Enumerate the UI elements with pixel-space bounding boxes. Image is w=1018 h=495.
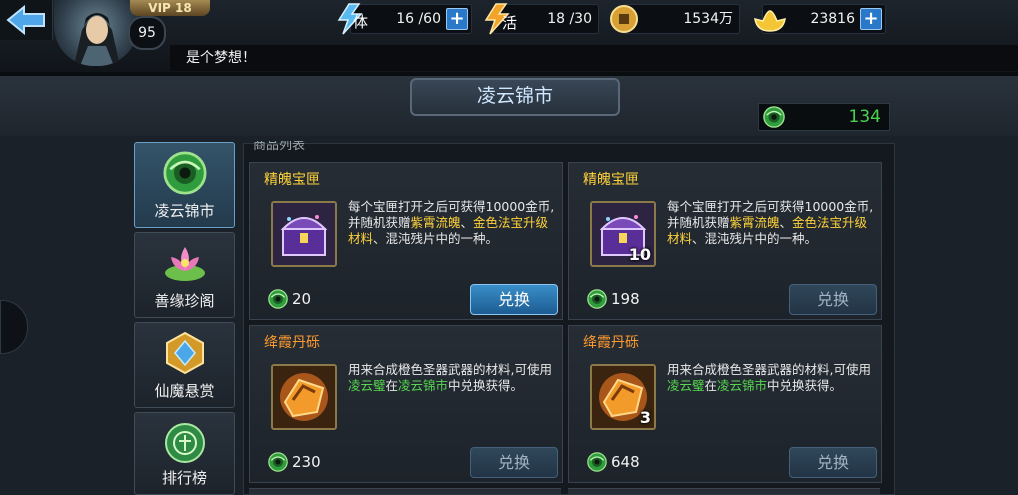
description-fragment: 在 <box>385 378 399 393</box>
vitality-label: 活 <box>502 14 518 32</box>
item-quantity: 10 <box>628 245 651 264</box>
stamina-label: 体 <box>353 13 369 31</box>
item-name: 绛霞丹砾 <box>264 335 320 351</box>
item-name: 精魄宝匣 <box>583 172 639 188</box>
item-description: 每个宝匣打开之后可获得10000金币,并随机获赠紫霄流魄、金色法宝升级材料、混沌… <box>667 199 877 247</box>
nav-tab-xianmo-bounty[interactable]: 仙魔悬赏 <box>134 322 235 408</box>
jade-coin-icon <box>268 289 288 309</box>
message-bar <box>170 45 1018 71</box>
item-cost: 648 <box>611 453 640 471</box>
stamina-resource: 体 16 /60 + <box>337 3 472 35</box>
item-thumbnail[interactable]: 3 <box>590 364 656 430</box>
player-level: 95 <box>128 16 166 50</box>
copper-coin-resource: 1534万 <box>610 4 740 34</box>
copper-coin-icon <box>610 5 638 33</box>
character-portrait-icon <box>74 13 120 66</box>
copper-coin-value: 1534万 <box>683 11 733 27</box>
page-title: 凌云锦市 <box>476 85 553 107</box>
item-description: 每个宝匣打开之后可获得10000金币,并随机获赠紫霄流魄、金色法宝升级材料、混沌… <box>348 199 558 247</box>
vitality-value: 18 /30 <box>547 11 592 27</box>
item-cost: 230 <box>292 453 321 471</box>
description-fragment: 、 <box>460 215 474 230</box>
item-description: 用来合成橙色圣器武器的材料,可使用凌云璧在凌云锦市中兑换获得。 <box>348 362 558 394</box>
item-list-title: 商品列表 <box>253 141 306 153</box>
nav-tab-lingyun-market[interactable]: 凌云锦市 <box>134 142 235 228</box>
item-thumbnail[interactable] <box>271 364 337 430</box>
scrolling-message: 是个梦想！ <box>186 50 256 66</box>
description-fragment: 用来合成橙色圣器武器的材料,可使用 <box>667 362 871 377</box>
vip-badge: VIP 18 <box>130 0 210 16</box>
item-quantity: 3 <box>639 408 651 427</box>
item-card: 绛霞丹砾 用来合成橙色圣器武器的材料,可使用凌云璧在凌云锦市中兑换获得。 230… <box>249 325 563 483</box>
description-fragment: 凌云璧 <box>348 378 386 393</box>
exchange-button[interactable]: 兑换 <box>789 447 877 478</box>
stamina-value: 16 /60 <box>396 11 441 27</box>
description-fragment: 用来合成橙色圣器武器的材料,可使用 <box>348 362 552 377</box>
jade-currency-display: 134 <box>758 103 890 131</box>
item-card-partial <box>568 488 880 494</box>
item-list-header: 商品列表 <box>243 141 893 153</box>
item-thumbnail[interactable] <box>271 201 337 267</box>
ranking-medal-icon <box>165 423 205 463</box>
item-card-partial <box>249 488 561 494</box>
gold-resource: 23816 + <box>754 4 886 34</box>
jade-currency-value: 134 <box>848 107 881 127</box>
description-fragment: 、混沌残片中的一种。 <box>692 231 818 246</box>
exchange-button[interactable]: 兑换 <box>470 447 558 478</box>
add-stamina-button[interactable]: + <box>446 8 468 30</box>
description-fragment: 凌云锦市 <box>717 378 768 393</box>
add-gold-button[interactable]: + <box>860 8 882 30</box>
item-card: 绛霞丹砾 3 用来合成橙色圣器武器的材料,可使用凌云璧在凌云锦市中兑换获得。 6… <box>568 325 882 483</box>
treasure-chest-icon <box>273 203 335 265</box>
description-fragment: 中兑换获得。 <box>448 378 524 393</box>
item-description: 用来合成橙色圣器武器的材料,可使用凌云璧在凌云锦市中兑换获得。 <box>667 362 877 394</box>
nav-tab-label: 凌云锦市 <box>154 202 215 220</box>
description-fragment: 在 <box>704 378 718 393</box>
item-cost: 20 <box>292 290 312 308</box>
exchange-button[interactable]: 兑换 <box>789 284 877 315</box>
item-thumbnail[interactable]: 10 <box>590 201 656 267</box>
nav-tab-label: 仙魔悬赏 <box>154 382 215 400</box>
item-cost: 198 <box>611 290 640 308</box>
nav-tab-label: 善缘珍阁 <box>154 292 215 310</box>
item-card: 精魄宝匣 每个宝匣打开之后可获得10000金币,并随机获赠紫霄流魄、金色法宝升级… <box>249 162 563 320</box>
jade-coin-icon <box>268 452 288 472</box>
description-fragment: 紫霄流魄 <box>410 215 461 230</box>
description-fragment: 中兑换获得。 <box>767 378 843 393</box>
exchange-button[interactable]: 兑换 <box>470 284 558 315</box>
nav-tab-leaderboard[interactable]: 排行榜 <box>134 412 235 495</box>
gem-shield-icon <box>166 331 204 375</box>
item-name: 绛霞丹砾 <box>583 335 639 351</box>
description-fragment: 、 <box>779 215 793 230</box>
nav-tab-label: 排行榜 <box>161 469 207 487</box>
side-drawer-handle[interactable] <box>0 300 28 354</box>
description-fragment: 凌云锦市 <box>398 378 449 393</box>
jade-coin-icon <box>587 289 607 309</box>
description-fragment: 凌云璧 <box>667 378 705 393</box>
back-button[interactable] <box>0 0 53 40</box>
item-name: 精魄宝匣 <box>264 172 320 188</box>
orange-ore-icon <box>273 366 335 428</box>
jade-coin-icon <box>163 151 207 195</box>
vitality-resource: 活 18 /30 <box>484 3 599 35</box>
description-fragment: 、混沌残片中的一种。 <box>373 231 499 246</box>
nav-tab-shanyuan-pavilion[interactable]: 善缘珍阁 <box>134 232 235 318</box>
jade-coin-icon <box>587 452 607 472</box>
gold-ingot-icon <box>754 10 786 32</box>
jade-coin-icon <box>763 106 785 128</box>
description-fragment: 紫霄流魄 <box>729 215 780 230</box>
player-avatar[interactable] <box>54 0 138 66</box>
gold-value: 23816 <box>810 11 855 27</box>
lotus-icon <box>165 247 205 281</box>
item-card: 精魄宝匣 10 每个宝匣打开之后可获得10000金币,并随机获赠紫霄流魄、金色法… <box>568 162 882 320</box>
back-arrow-icon <box>6 4 45 36</box>
